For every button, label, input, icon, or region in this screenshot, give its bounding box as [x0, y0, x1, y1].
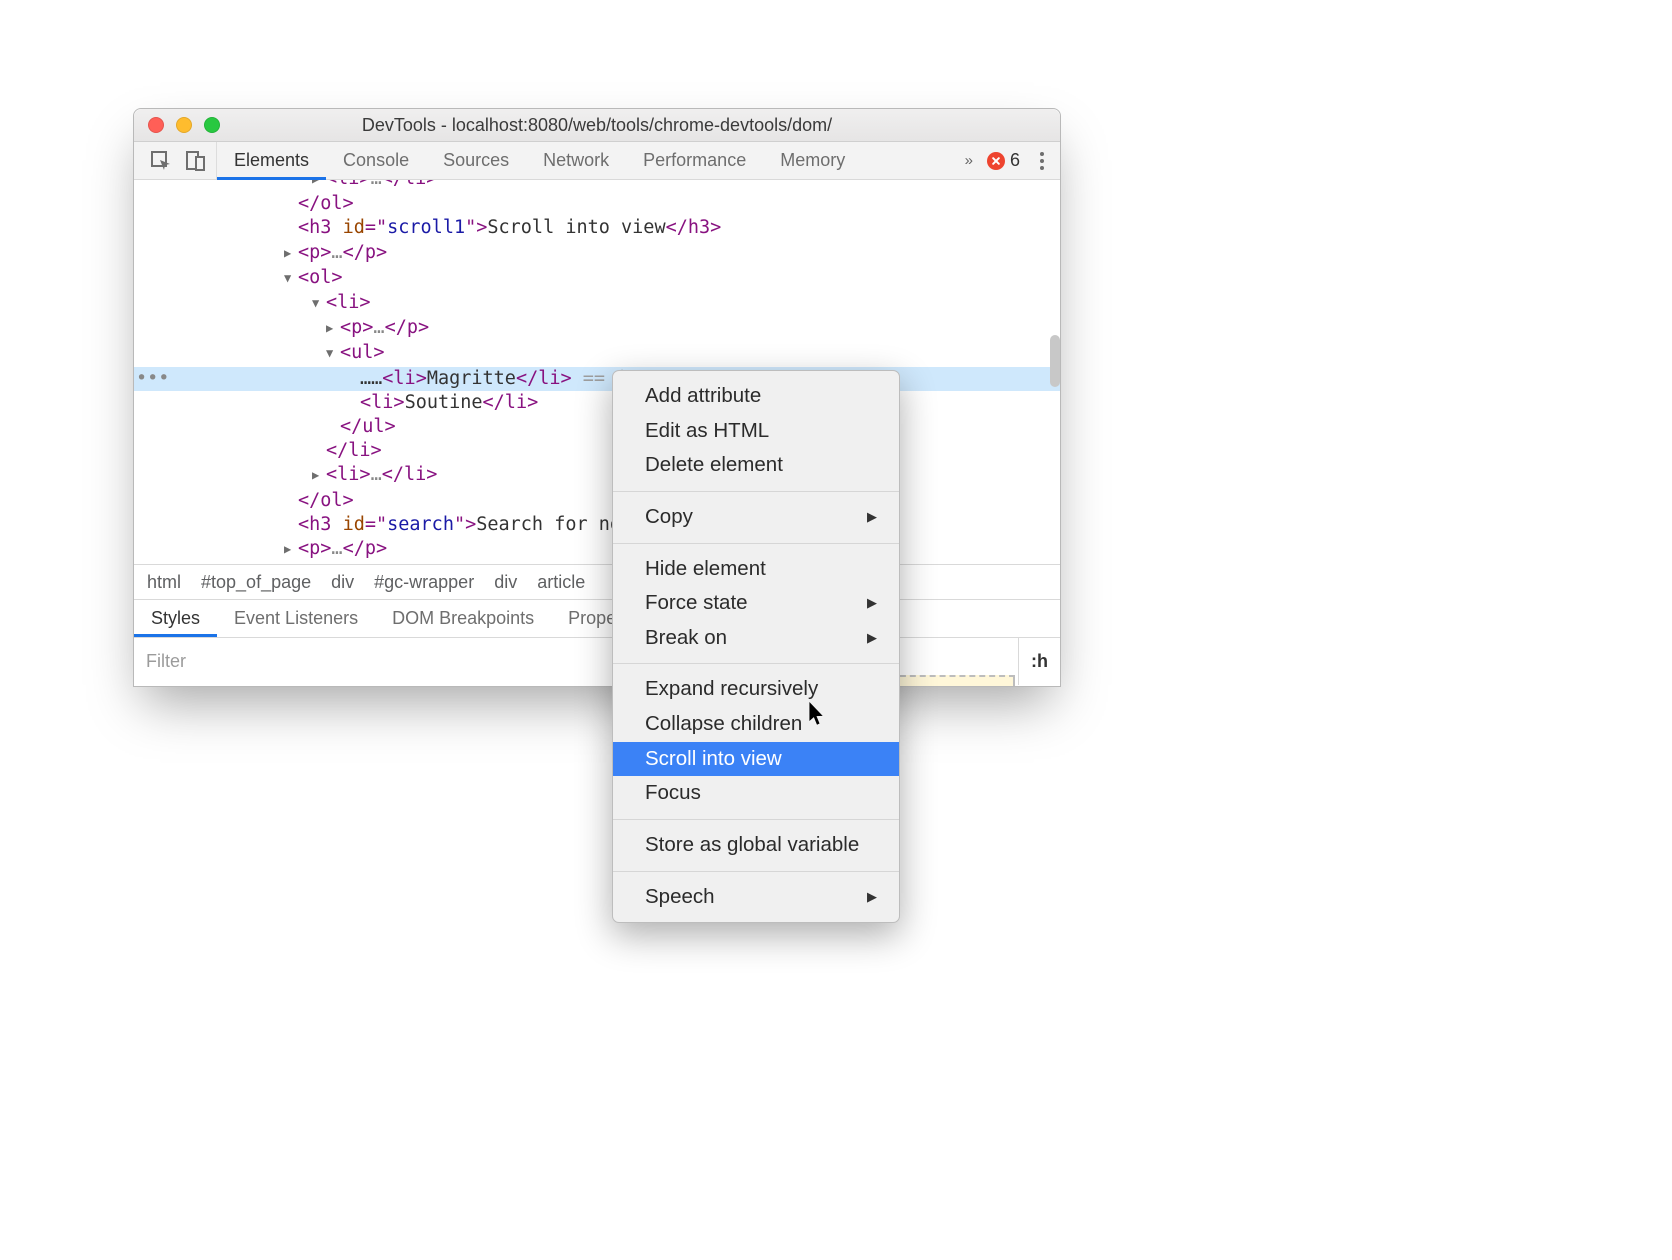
- error-count: 6: [1010, 150, 1020, 171]
- subtab-dom-breakpoints[interactable]: DOM Breakpoints: [375, 600, 551, 637]
- ctx-item-label: Delete element: [645, 452, 783, 479]
- tab-console[interactable]: Console: [326, 142, 426, 179]
- ctx-item-label: Force state: [645, 590, 748, 617]
- ctx-item-label: Speech: [645, 884, 715, 911]
- ctx-item-edit-as-html[interactable]: Edit as HTML: [613, 414, 899, 449]
- titlebar: DevTools - localhost:8080/web/tools/chro…: [134, 109, 1060, 142]
- ctx-separator: [613, 819, 899, 820]
- ctx-item-label: Expand recursively: [645, 676, 818, 703]
- tab-performance[interactable]: Performance: [626, 142, 763, 179]
- ctx-item-delete-element[interactable]: Delete element: [613, 448, 899, 483]
- ctx-item-add-attribute[interactable]: Add attribute: [613, 379, 899, 414]
- window-title: DevTools - localhost:8080/web/tools/chro…: [134, 115, 1060, 136]
- mouse-cursor-icon: [808, 702, 826, 720]
- device-toolbar-icon[interactable]: [184, 150, 206, 172]
- dom-breadcrumb[interactable]: html #top_of_page div #gc-wrapper div ar…: [134, 564, 1060, 599]
- ctx-item-expand-recursively[interactable]: Expand recursively: [613, 672, 899, 707]
- ctx-item-label: Copy: [645, 504, 693, 531]
- panel-tabs: Elements Console Sources Network Perform…: [217, 142, 862, 179]
- crumb-article[interactable]: article: [537, 572, 585, 593]
- ctx-item-collapse-children[interactable]: Collapse children: [613, 707, 899, 742]
- ctx-item-break-on[interactable]: Break on ▶: [613, 621, 899, 656]
- ctx-item-label: Hide element: [645, 556, 766, 583]
- new-style-rule-hint[interactable]: [890, 675, 1015, 686]
- submenu-arrow-icon: ▶: [867, 889, 877, 906]
- inspect-controls: [134, 142, 217, 179]
- ctx-item-label: Focus: [645, 780, 701, 807]
- tab-sources[interactable]: Sources: [426, 142, 526, 179]
- subtab-styles[interactable]: Styles: [134, 600, 217, 637]
- ctx-item-label: Add attribute: [645, 383, 761, 410]
- filter-placeholder: Filter: [146, 651, 186, 672]
- ctx-item-scroll-into-view[interactable]: Scroll into view: [613, 742, 899, 777]
- subtab-event-listeners[interactable]: Event Listeners: [217, 600, 375, 637]
- ctx-item-label: Edit as HTML: [645, 418, 769, 445]
- crumb-div-2[interactable]: div: [494, 572, 517, 593]
- settings-menu-icon[interactable]: [1034, 152, 1050, 170]
- ctx-separator: [613, 543, 899, 544]
- crumb-gc-wrapper[interactable]: #gc-wrapper: [374, 572, 474, 593]
- error-count-badge[interactable]: 6: [987, 150, 1020, 171]
- ctx-item-speech[interactable]: Speech ▶: [613, 880, 899, 915]
- submenu-arrow-icon: ▶: [867, 630, 877, 647]
- ctx-item-force-state[interactable]: Force state ▶: [613, 586, 899, 621]
- elements-dom-tree[interactable]: ▶<li>…</li> </ol> <h3 id="scroll1">Scrol…: [134, 180, 1060, 564]
- tab-network[interactable]: Network: [526, 142, 626, 179]
- error-icon: [987, 152, 1005, 170]
- ctx-separator: [613, 491, 899, 492]
- ctx-separator: [613, 663, 899, 664]
- crumb-html[interactable]: html: [147, 572, 181, 593]
- devtools-window: DevTools - localhost:8080/web/tools/chro…: [133, 108, 1061, 687]
- inspect-element-icon[interactable]: [150, 150, 172, 172]
- tab-memory[interactable]: Memory: [763, 142, 862, 179]
- crumb-top-of-page[interactable]: #top_of_page: [201, 572, 311, 593]
- submenu-arrow-icon: ▶: [867, 509, 877, 526]
- context-menu: Add attribute Edit as HTML Delete element C…: [612, 370, 900, 923]
- ctx-item-hide-element[interactable]: Hide element: [613, 552, 899, 587]
- more-tabs-icon[interactable]: »: [965, 152, 973, 169]
- selected-node-magritte[interactable]: •••<li>Magritte</li> == $0: [134, 367, 1060, 391]
- ctx-item-label: Break on: [645, 625, 727, 652]
- ctx-item-copy[interactable]: Copy ▶: [613, 500, 899, 535]
- ctx-item-label: Collapse children: [645, 711, 802, 738]
- scrollbar-thumb[interactable]: [1050, 335, 1060, 387]
- ctx-item-label: Scroll into view: [645, 746, 782, 773]
- tab-elements[interactable]: Elements: [217, 142, 326, 179]
- devtools-tabs: Elements Console Sources Network Perform…: [134, 142, 1060, 180]
- styles-subtabs: Styles Event Listeners DOM Breakpoints P…: [134, 599, 1060, 637]
- crumb-div-1[interactable]: div: [331, 572, 354, 593]
- ctx-separator: [613, 871, 899, 872]
- toggle-hover-state-button[interactable]: :h: [1019, 651, 1060, 672]
- ctx-item-store-as-global-variable[interactable]: Store as global variable: [613, 828, 899, 863]
- ctx-item-label: Store as global variable: [645, 832, 859, 859]
- ctx-item-focus[interactable]: Focus: [613, 776, 899, 811]
- submenu-arrow-icon: ▶: [867, 595, 877, 612]
